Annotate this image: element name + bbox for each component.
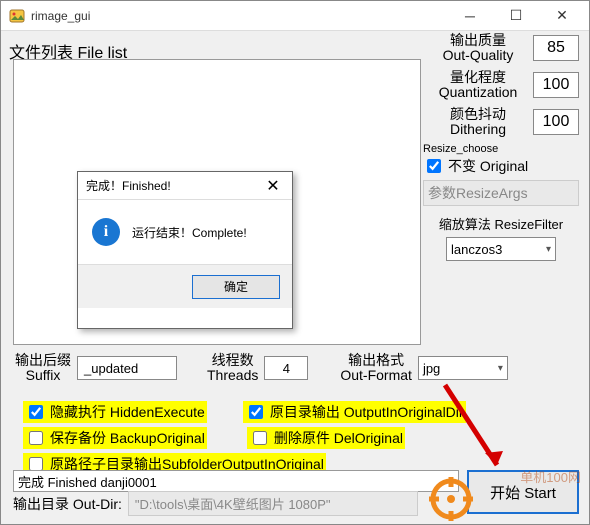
resize-choose-label: Resize_choose bbox=[423, 143, 579, 155]
del-original-checkbox[interactable]: 删除原件 DelOriginal bbox=[247, 427, 405, 449]
close-button[interactable]: ✕ bbox=[539, 1, 585, 31]
suffix-label: 输出后缀 Suffix bbox=[15, 353, 71, 384]
out-dir-path[interactable]: "D:\tools\桌面\4K壁纸图片 1080P" bbox=[128, 491, 418, 516]
start-button[interactable]: 开始 Start bbox=[467, 470, 579, 514]
resize-filter-value: lanczos3 bbox=[451, 242, 502, 257]
original-checkbox-input[interactable] bbox=[427, 159, 441, 173]
dithering-label: 颜色抖动 Dithering bbox=[423, 107, 533, 138]
out-quality-input[interactable]: 85 bbox=[533, 35, 579, 61]
original-checkbox[interactable]: 不变 Original bbox=[423, 156, 579, 176]
dialog-close-button[interactable]: ✕ bbox=[258, 176, 288, 196]
window-title: rimage_gui bbox=[31, 9, 447, 23]
status-bar: 完成 Finished danji0001 bbox=[13, 470, 459, 492]
out-format-value: jpg bbox=[423, 361, 440, 376]
threads-label: 线程数 Threads bbox=[207, 353, 258, 384]
suffix-input[interactable]: _updated bbox=[77, 356, 177, 380]
right-panel: 输出质量 Out-Quality 85 量化程度 Quantization 10… bbox=[423, 33, 579, 261]
chevron-down-icon: ▾ bbox=[546, 244, 551, 255]
output-in-original-dir-checkbox[interactable]: 原目录输出 OutputInOriginalDir bbox=[243, 401, 466, 423]
out-format-select[interactable]: jpg ▾ bbox=[418, 356, 508, 380]
quantization-label: 量化程度 Quantization bbox=[423, 70, 533, 101]
resize-filter-label: 缩放算法 ResizeFilter bbox=[423, 214, 579, 233]
window-body: 文件列表 File list 输出质量 Out-Quality 85 量化程度 … bbox=[1, 31, 589, 524]
checkbox-group: 隐藏执行 HiddenExecute 原目录输出 OutputInOrigina… bbox=[23, 401, 579, 479]
dialog-ok-button[interactable]: 确定 bbox=[192, 275, 280, 299]
quantization-input[interactable]: 100 bbox=[533, 72, 579, 98]
finished-dialog: 完成！Finished! ✕ i 运行结束！Complete! 确定 bbox=[77, 171, 293, 329]
maximize-button[interactable]: ☐ bbox=[493, 1, 539, 31]
original-checkbox-label: 不变 Original bbox=[448, 156, 528, 176]
out-format-label: 输出格式 Out-Format bbox=[340, 353, 412, 384]
out-dir-row: 输出目录 Out-Dir: "D:\tools\桌面\4K壁纸图片 1080P" bbox=[13, 491, 418, 516]
minimize-button[interactable]: ─ bbox=[447, 1, 493, 31]
options-row: 输出后缀 Suffix _updated 线程数 Threads 4 输出格式 … bbox=[15, 353, 579, 384]
info-icon: i bbox=[92, 218, 120, 246]
threads-input[interactable]: 4 bbox=[264, 356, 308, 380]
out-quality-label: 输出质量 Out-Quality bbox=[423, 33, 533, 64]
dialog-message: 运行结束！Complete! bbox=[132, 224, 247, 241]
backup-original-checkbox[interactable]: 保存备份 BackupOriginal bbox=[23, 427, 207, 449]
resize-filter-select[interactable]: lanczos3 ▾ bbox=[446, 237, 556, 261]
dithering-input[interactable]: 100 bbox=[533, 109, 579, 135]
resize-args-input[interactable]: 参数ResizeArgs bbox=[423, 180, 579, 206]
out-dir-label: 输出目录 Out-Dir: bbox=[13, 494, 122, 514]
titlebar: rimage_gui ─ ☐ ✕ bbox=[1, 1, 589, 31]
app-window: rimage_gui ─ ☐ ✕ 文件列表 File list 输出质量 Out… bbox=[0, 0, 590, 525]
dialog-title: 完成！Finished! bbox=[86, 177, 258, 194]
dialog-titlebar: 完成！Finished! ✕ bbox=[78, 172, 292, 200]
hidden-execute-checkbox[interactable]: 隐藏执行 HiddenExecute bbox=[23, 401, 207, 423]
app-icon bbox=[9, 8, 25, 24]
chevron-down-icon: ▾ bbox=[498, 363, 503, 374]
